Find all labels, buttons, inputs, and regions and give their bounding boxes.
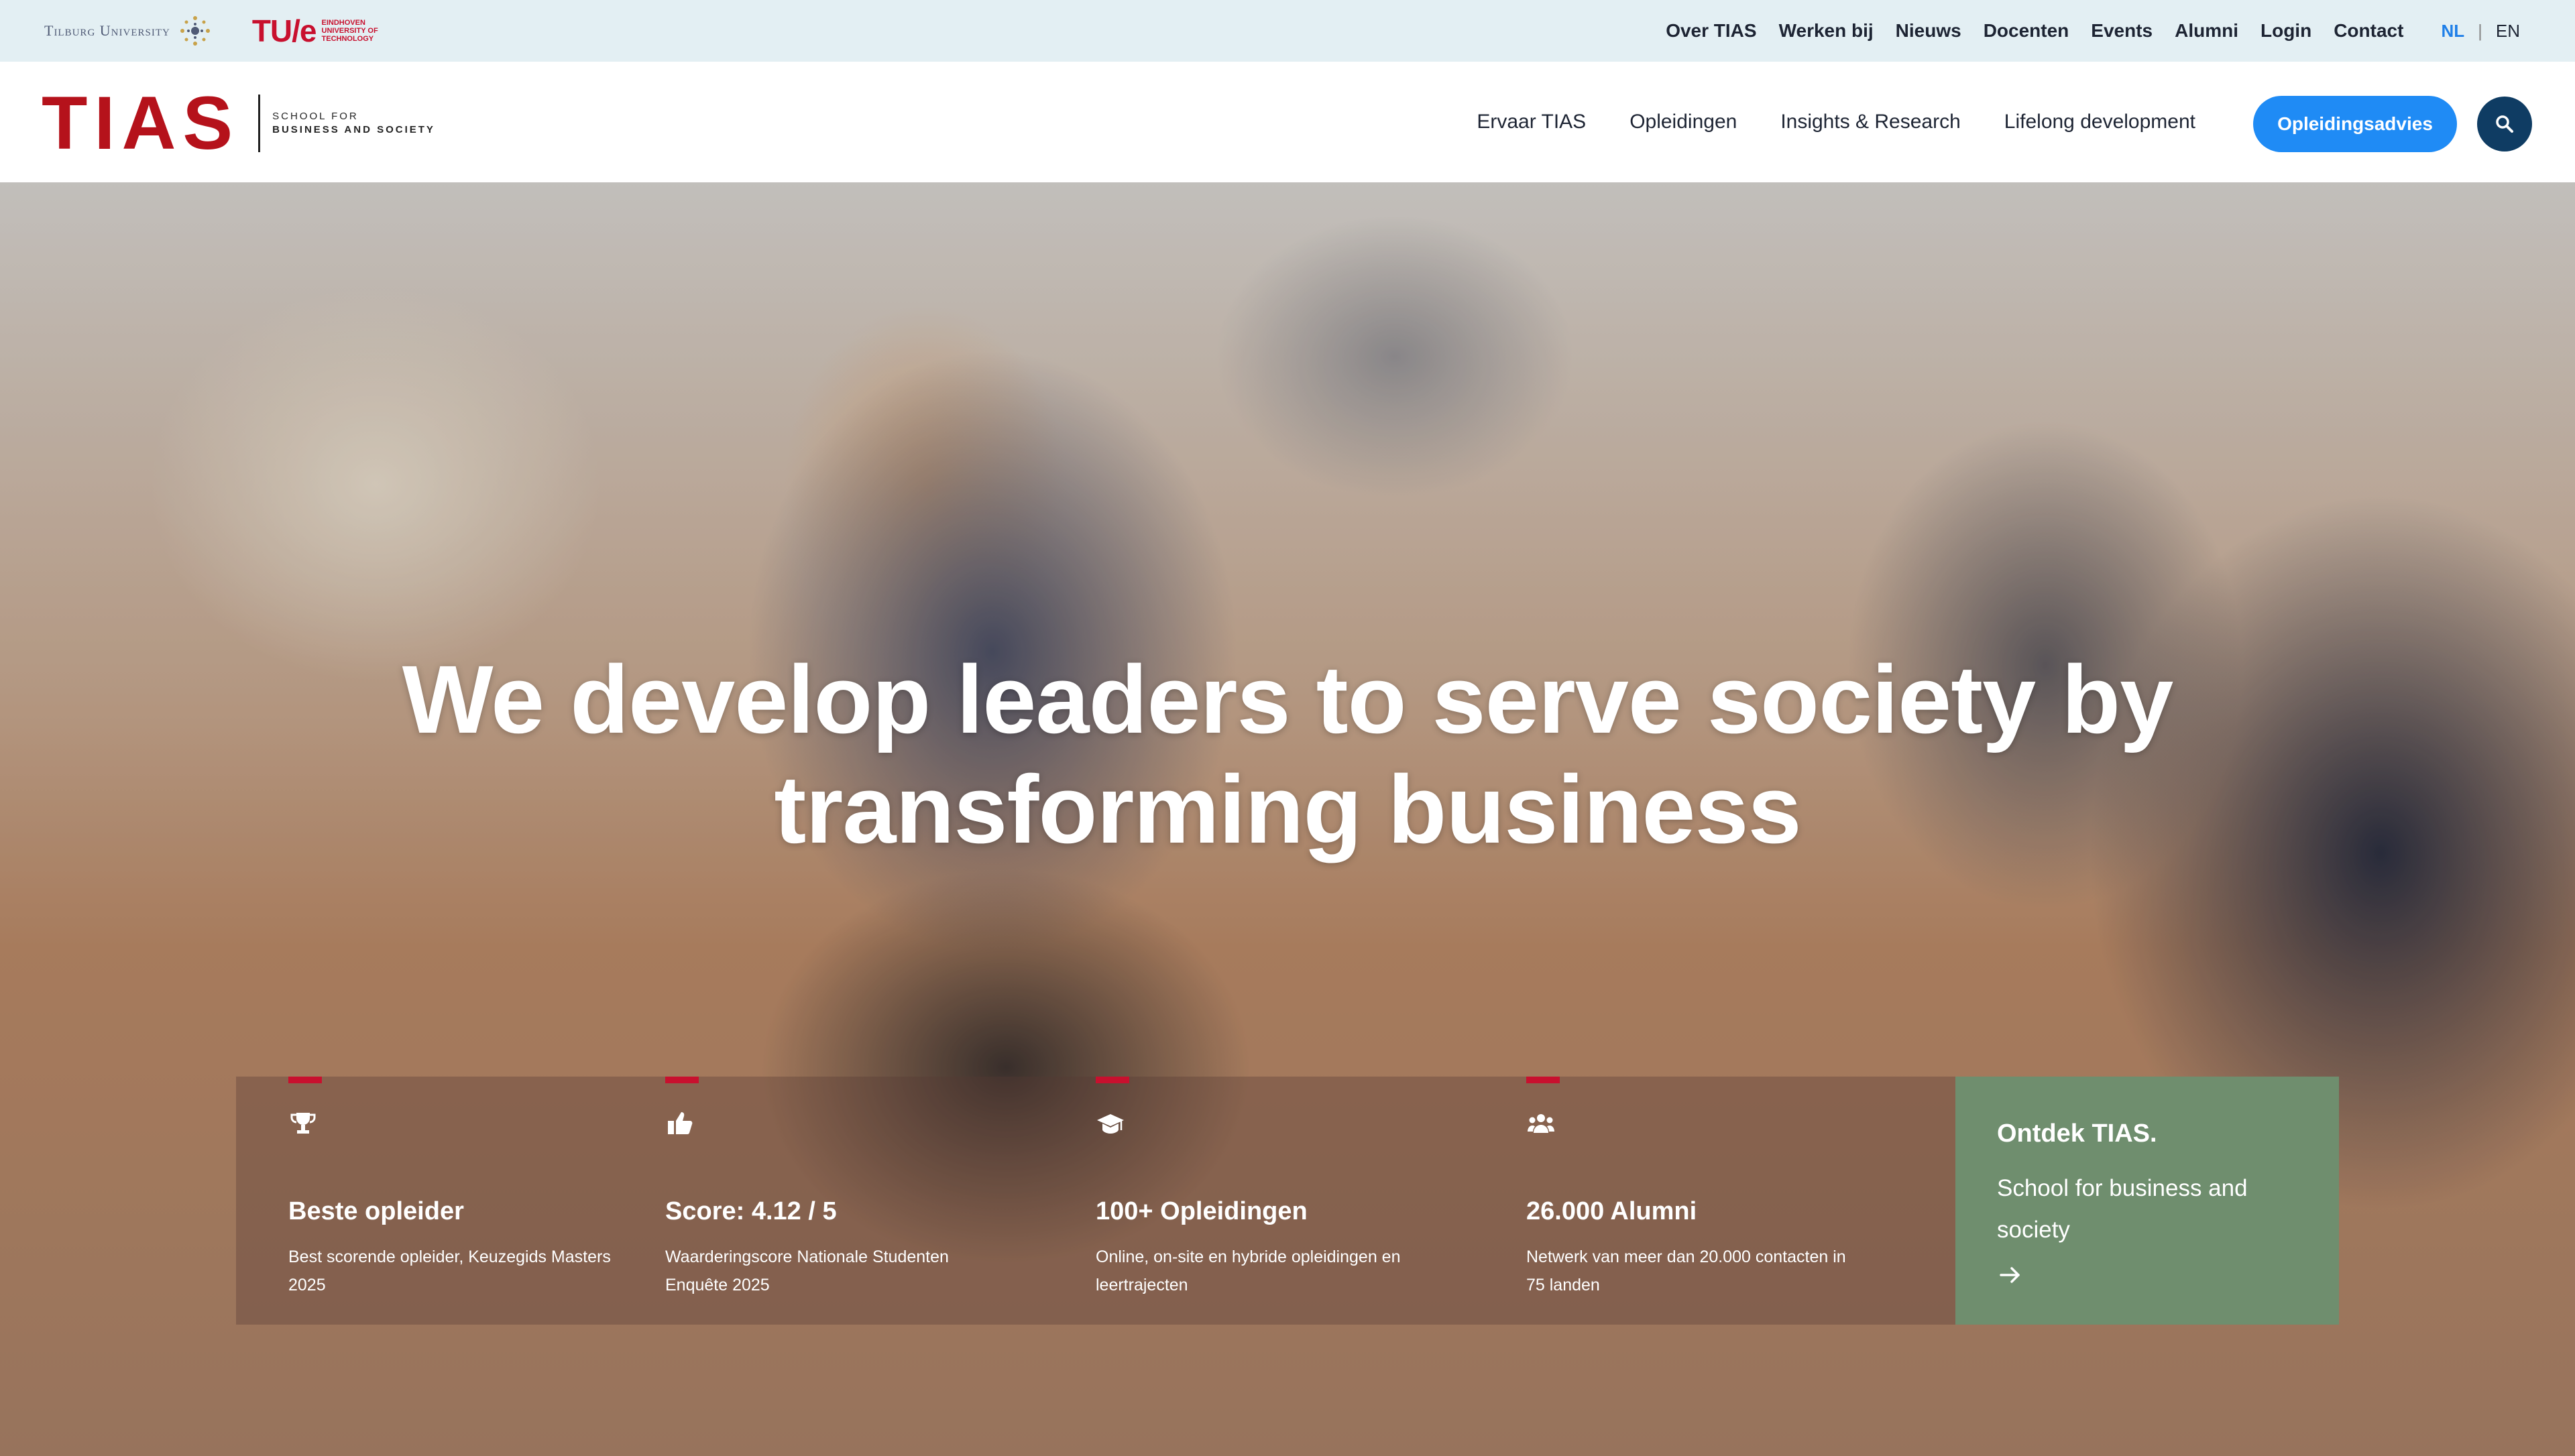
utility-link-events[interactable]: Events bbox=[2091, 20, 2153, 42]
tue-logo[interactable]: TU/e Eindhoven University of Technology bbox=[252, 13, 378, 49]
ontdek-title: Ontdek TIAS. bbox=[1997, 1119, 2157, 1148]
stat-title: Score: 4.12 / 5 bbox=[665, 1197, 837, 1225]
stat-description: Netwerk van meer dan 20.000 contacten in… bbox=[1526, 1248, 1846, 1294]
brand-mark: TIAS bbox=[42, 81, 240, 165]
stat-description: Best scorende opleider, Keuzegids Master… bbox=[288, 1248, 611, 1294]
tue-text-line: Technology bbox=[321, 35, 374, 43]
nav-insights-research[interactable]: Insights & Research bbox=[1780, 111, 1960, 133]
stat-accent bbox=[665, 1077, 699, 1083]
primary-nav: Ervaar TIAS Opleidingen Insights & Resea… bbox=[1433, 62, 2195, 182]
stat-opleidingen: 100+ Opleidingen Online, on-site en hybr… bbox=[1043, 1077, 1473, 1325]
utility-link-docenten[interactable]: Docenten bbox=[1984, 20, 2069, 42]
tue-text: Eindhoven University of Technology bbox=[322, 19, 378, 43]
stat-alumni: 26.000 Alumni Netwerk van meer dan 20.00… bbox=[1474, 1077, 1916, 1325]
utility-link-werken-bij[interactable]: Werken bij bbox=[1779, 20, 1874, 42]
tilburg-wordmark: Tilburg University bbox=[44, 22, 170, 39]
language-nl[interactable]: NL bbox=[2441, 21, 2464, 42]
brand-tagline: School for Business and Society bbox=[272, 110, 435, 137]
tue-mark: TU/e bbox=[251, 13, 317, 48]
stats-strip: Beste opleider Best scorende opleider, K… bbox=[236, 1077, 1955, 1325]
stat-description: Online, on-site en hybride opleidingen e… bbox=[1096, 1248, 1401, 1294]
utility-link-contact[interactable]: Contact bbox=[2334, 20, 2403, 42]
utility-nav: Over TIAS Werken bij Nieuws Docenten Eve… bbox=[1666, 0, 2520, 62]
stat-title: 100+ Opleidingen bbox=[1096, 1197, 1308, 1225]
tue-text-line: University of bbox=[321, 27, 378, 35]
nav-opleidingen[interactable]: Opleidingen bbox=[1629, 111, 1737, 133]
stat-description: Waarderingscore Nationale Studenten Enqu… bbox=[665, 1248, 949, 1294]
tue-text-line: Eindhoven bbox=[321, 19, 365, 27]
ontdek-description: School for business and society bbox=[1997, 1175, 2248, 1243]
brand-tagline-bottom: Business and Society bbox=[272, 124, 435, 135]
hero-headline: We develop leaders to serve society by t… bbox=[402, 646, 2174, 863]
brand-divider bbox=[258, 95, 261, 152]
stat-score: Score: 4.12 / 5 Waarderingscore National… bbox=[613, 1077, 1042, 1325]
nav-lifelong-development[interactable]: Lifelong development bbox=[2004, 111, 2195, 133]
search-icon bbox=[2496, 115, 2513, 133]
stat-title: Beste opleider bbox=[288, 1197, 464, 1225]
thumbs-up-icon bbox=[668, 1112, 693, 1134]
utility-link-over-tias[interactable]: Over TIAS bbox=[1666, 20, 1756, 42]
nav-ervaar-tias[interactable]: Ervaar TIAS bbox=[1477, 111, 1586, 133]
users-icon bbox=[1528, 1114, 1554, 1133]
utility-link-nieuws[interactable]: Nieuws bbox=[1896, 20, 1961, 42]
language-switcher: NL | EN bbox=[2441, 21, 2520, 42]
stat-accent bbox=[288, 1077, 322, 1083]
brand-tagline-top: School for bbox=[272, 111, 359, 122]
stat-accent bbox=[1096, 1077, 1129, 1083]
opleidingsadvies-button[interactable]: Opleidingsadvies bbox=[2253, 96, 2457, 152]
stat-accent bbox=[1526, 1077, 1560, 1083]
language-separator: | bbox=[2478, 20, 2482, 41]
trophy-icon bbox=[290, 1113, 316, 1134]
main-header: TIAS School for Business and Society Erv… bbox=[0, 62, 2575, 182]
stat-title: 26.000 Alumni bbox=[1526, 1197, 1697, 1225]
graduation-cap-icon bbox=[1097, 1114, 1124, 1134]
tilburg-university-logo[interactable]: Tilburg University bbox=[44, 14, 212, 48]
tilburg-emblem-icon bbox=[180, 16, 210, 46]
utility-link-alumni[interactable]: Alumni bbox=[2175, 20, 2238, 42]
arrow-right-icon bbox=[2000, 1267, 2020, 1283]
ontdek-tias-card[interactable]: Ontdek TIAS. School for business and soc… bbox=[1955, 1077, 2339, 1325]
stat-beste-opleider: Beste opleider Best scorende opleider, K… bbox=[236, 1077, 612, 1325]
utility-link-login[interactable]: Login bbox=[2261, 20, 2311, 42]
search-button[interactable] bbox=[2477, 97, 2532, 151]
tias-logo[interactable]: TIAS School for Business and Society bbox=[42, 81, 435, 165]
utility-bar: Tilburg University TU/e Eindhoven Univer… bbox=[0, 0, 2575, 62]
language-en[interactable]: EN bbox=[2496, 21, 2520, 42]
partner-logos: Tilburg University TU/e Eindhoven Univer… bbox=[44, 0, 378, 62]
